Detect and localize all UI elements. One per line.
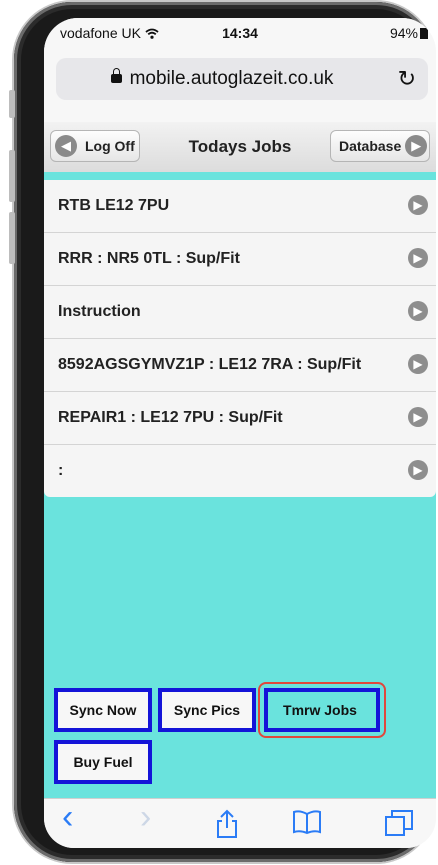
list-item[interactable]: REPAIR1 : LE12 7PU : Sup/Fit ▶ bbox=[44, 392, 436, 445]
buy-fuel-button[interactable]: Buy Fuel bbox=[54, 740, 152, 784]
arrow-left-icon: ◀ bbox=[55, 135, 77, 157]
arrow-right-icon: ▶ bbox=[405, 135, 428, 157]
jobs-list: RTB LE12 7PU ▶ RRR : NR5 0TL : Sup/Fit ▶ I… bbox=[44, 180, 436, 497]
list-item[interactable]: RTB LE12 7PU ▶ bbox=[44, 180, 436, 233]
lock-icon bbox=[110, 68, 122, 83]
browser-toolbar: ‹ › bbox=[44, 798, 436, 848]
clock: 14:34 bbox=[222, 25, 258, 41]
reload-icon[interactable]: ↻ bbox=[398, 66, 416, 92]
tmrw-jobs-button[interactable]: Tmrw Jobs bbox=[266, 688, 374, 732]
arrow-right-icon: ▶ bbox=[408, 195, 428, 215]
log-off-button[interactable]: ◀ Log Off bbox=[50, 130, 140, 162]
bookmarks-icon[interactable] bbox=[292, 809, 322, 840]
share-icon[interactable] bbox=[216, 809, 238, 844]
list-item[interactable]: 8592AGSGYMVZ1P : LE12 7RA : Sup/Fit ▶ bbox=[44, 339, 436, 392]
arrow-right-icon: ▶ bbox=[408, 460, 428, 480]
volume-down-button bbox=[9, 212, 15, 264]
volume-up-button bbox=[9, 150, 15, 202]
back-icon[interactable]: ‹ bbox=[62, 800, 73, 834]
status-bar: vodafone UK 14:34 94% bbox=[44, 18, 436, 52]
phone-screen: vodafone UK 14:34 94% mobile.autoglazeit… bbox=[44, 18, 436, 848]
list-item[interactable]: : ▶ bbox=[44, 445, 436, 497]
main-content: RTB LE12 7PU ▶ RRR : NR5 0TL : Sup/Fit ▶ I… bbox=[44, 172, 436, 798]
battery-indicator: 94% bbox=[390, 25, 428, 41]
arrow-right-icon: ▶ bbox=[408, 301, 428, 321]
tabs-icon[interactable] bbox=[384, 809, 414, 844]
address-bar[interactable]: mobile.autoglazeit.co.uk ↻ bbox=[56, 58, 428, 100]
arrow-right-icon: ▶ bbox=[408, 248, 428, 268]
arrow-right-icon: ▶ bbox=[408, 354, 428, 374]
list-item[interactable]: RRR : NR5 0TL : Sup/Fit ▶ bbox=[44, 233, 436, 286]
database-button[interactable]: Database ▶ bbox=[330, 130, 430, 162]
app-header: ◀ Log Off Todays Jobs Database ▶ bbox=[44, 122, 436, 173]
battery-icon bbox=[420, 28, 428, 39]
forward-icon[interactable]: › bbox=[140, 800, 151, 834]
sync-pics-button[interactable]: Sync Pics bbox=[158, 688, 256, 732]
mute-switch bbox=[9, 90, 15, 118]
list-item[interactable]: Instruction ▶ bbox=[44, 286, 436, 339]
url-text: mobile.autoglazeit.co.uk bbox=[129, 68, 334, 89]
sync-now-button[interactable]: Sync Now bbox=[54, 688, 152, 732]
arrow-right-icon: ▶ bbox=[408, 407, 428, 427]
browser-address-area: mobile.autoglazeit.co.uk ↻ bbox=[44, 52, 436, 122]
